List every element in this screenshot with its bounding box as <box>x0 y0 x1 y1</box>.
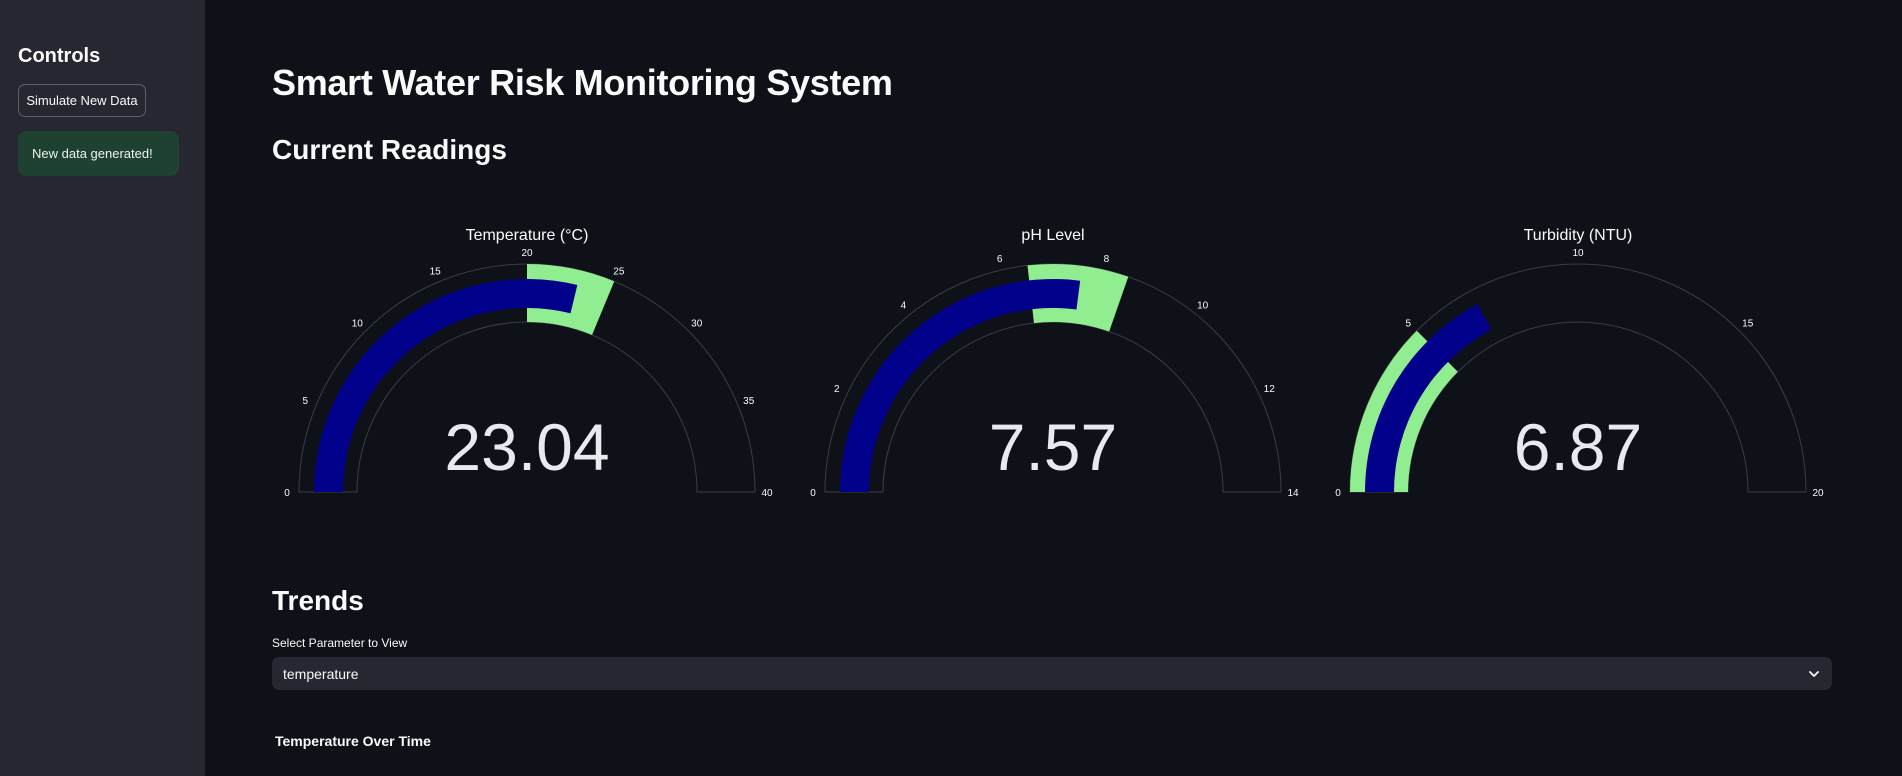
turbidity-gauge-tick-label: 5 <box>1406 318 1412 329</box>
ph-gauge-value: 7.57 <box>989 410 1117 484</box>
temperature-gauge-title: Temperature (°C) <box>466 227 589 244</box>
trend-chart-title: Temperature Over Time <box>275 733 431 749</box>
chevron-down-icon <box>1809 671 1819 677</box>
temperature-gauge-value: 23.04 <box>444 410 609 484</box>
ph-gauge-tick-label: 10 <box>1197 300 1209 311</box>
success-alert: New data generated! <box>18 131 179 176</box>
ph-gauge-tick-label: 8 <box>1104 254 1110 265</box>
temperature-gauge-tick-label: 15 <box>430 266 442 277</box>
success-message: New data generated! <box>32 146 153 161</box>
select-parameter-label: Select Parameter to View <box>272 636 408 650</box>
sidebar: Controls Simulate New Data New data gene… <box>0 0 205 776</box>
ph-gauge-tick-label: 2 <box>834 384 840 395</box>
parameter-select[interactable]: temperature <box>272 657 1832 690</box>
temperature-gauge-tick-label: 40 <box>761 488 773 499</box>
turbidity-gauge-title: Turbidity (NTU) <box>1524 227 1633 244</box>
turbidity-gauge-value: 6.87 <box>1514 410 1642 484</box>
temperature-gauge-tick-label: 0 <box>284 488 290 499</box>
trends-heading: Trends <box>272 585 364 616</box>
temperature-gauge-tick-label: 5 <box>302 396 308 407</box>
simulate-new-data-button[interactable]: Simulate New Data <box>18 84 146 117</box>
turbidity-gauge-tick-label: 10 <box>1572 248 1584 259</box>
temperature-gauge-tick-label: 35 <box>743 396 755 407</box>
main-content: Smart Water Risk Monitoring System Curre… <box>205 0 1902 776</box>
ph-gauge-tick-label: 4 <box>901 300 907 311</box>
temperature-gauge-tick-label: 20 <box>521 248 533 259</box>
gauges-panel: 0510152025303540Temperature (°C)23.04024… <box>284 227 1824 499</box>
turbidity-gauge-tick-label: 15 <box>1742 318 1754 329</box>
ph-gauge-tick-label: 0 <box>810 488 816 499</box>
ph-gauge-tick-label: 6 <box>997 254 1003 265</box>
temperature-gauge-tick-label: 30 <box>691 318 703 329</box>
sidebar-heading: Controls <box>18 45 101 67</box>
ph-gauge-title: pH Level <box>1021 227 1084 244</box>
parameter-select-value: temperature <box>283 665 359 682</box>
ph-gauge-tick-label: 12 <box>1264 384 1276 395</box>
ph-gauge-tick-label: 14 <box>1287 488 1299 499</box>
temperature-gauge-tick-label: 25 <box>613 266 625 277</box>
turbidity-gauge-tick-label: 20 <box>1812 488 1824 499</box>
temperature-gauge-tick-label: 10 <box>352 318 364 329</box>
turbidity-gauge-tick-label: 0 <box>1335 488 1341 499</box>
